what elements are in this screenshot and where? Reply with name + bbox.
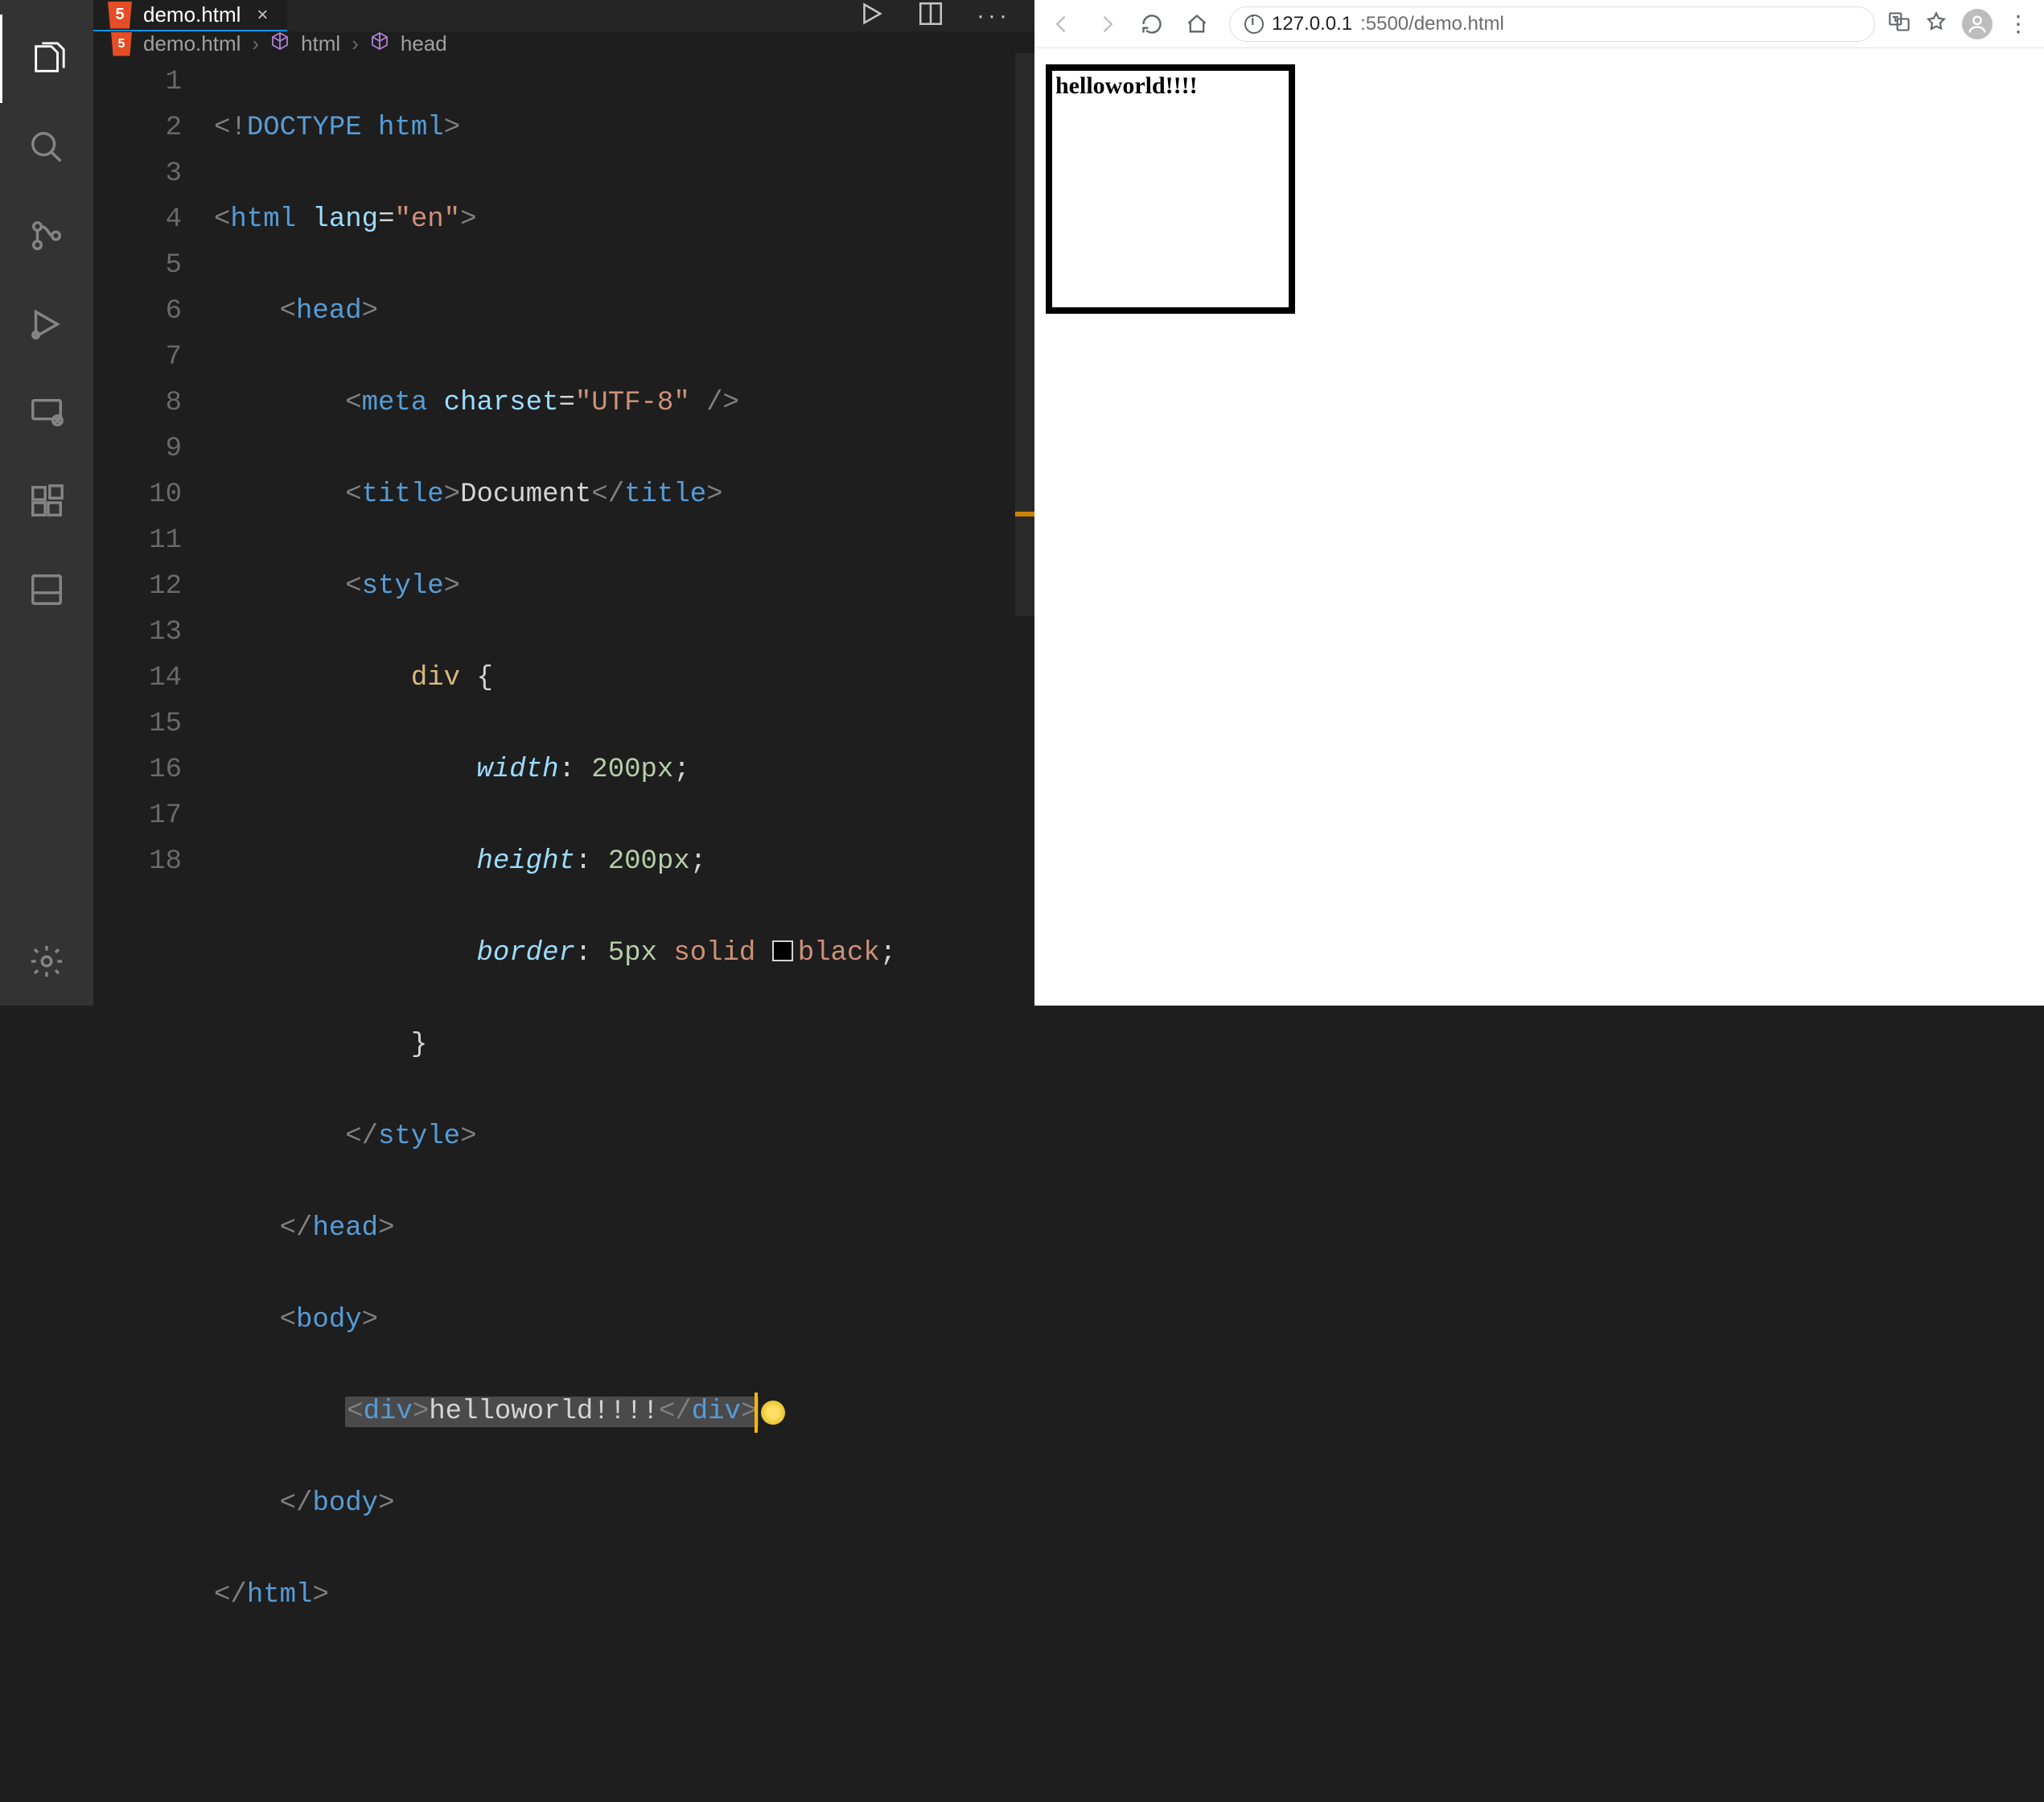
toolbar-right: ⋮ bbox=[1888, 9, 2036, 39]
breadcrumb-seg1[interactable]: html bbox=[301, 31, 340, 56]
translate-icon[interactable] bbox=[1888, 10, 1910, 37]
url-path: :5500/demo.html bbox=[1360, 13, 1504, 35]
html5-icon bbox=[108, 2, 132, 29]
element-icon bbox=[270, 31, 290, 56]
breadcrumb[interactable]: demo.html › html › head bbox=[93, 31, 1034, 56]
reload-button[interactable] bbox=[1133, 5, 1171, 43]
code-content[interactable]: <!DOCTYPE html> <html lang="en"> <head> … bbox=[214, 56, 1034, 1802]
source-control-icon[interactable] bbox=[0, 191, 93, 280]
bookmark-star-icon[interactable] bbox=[1925, 10, 1947, 37]
run-icon[interactable] bbox=[857, 0, 885, 31]
code-editor[interactable]: 1 2 3 4 5 6 7 8 9 10 11 12 13 14 15 16 1… bbox=[93, 56, 1034, 1802]
panel-icon[interactable] bbox=[0, 545, 93, 634]
close-icon[interactable]: × bbox=[252, 4, 268, 27]
activity-bar bbox=[0, 0, 93, 1006]
minimap-change-marker bbox=[1015, 512, 1034, 516]
site-info-icon[interactable] bbox=[1244, 14, 1264, 34]
breadcrumb-seg2[interactable]: head bbox=[401, 31, 447, 56]
rendered-text: helloworld!!!! bbox=[1055, 72, 1198, 99]
run-debug-icon[interactable] bbox=[0, 280, 93, 368]
tab-filename: demo.html bbox=[143, 2, 241, 27]
back-button[interactable] bbox=[1043, 5, 1081, 43]
color-swatch-icon bbox=[772, 940, 793, 961]
tab-actions: ··· bbox=[857, 0, 1034, 31]
text-cursor bbox=[755, 1393, 758, 1433]
browser-menu-icon[interactable]: ⋮ bbox=[2007, 10, 2030, 37]
chevron-right-icon: › bbox=[352, 31, 359, 56]
tab-bar: demo.html × ··· bbox=[93, 0, 1034, 31]
chevron-right-icon: › bbox=[252, 31, 259, 56]
split-editor-icon[interactable] bbox=[917, 0, 944, 31]
tab-demo-html[interactable]: demo.html × bbox=[93, 0, 287, 31]
browser-viewport[interactable]: helloworld!!!! bbox=[1034, 48, 2044, 1006]
profile-avatar-icon[interactable] bbox=[1962, 9, 1993, 39]
forward-button[interactable] bbox=[1088, 5, 1126, 43]
editor-area: demo.html × ··· demo.html › html › head bbox=[93, 0, 1034, 1006]
more-actions-icon[interactable]: ··· bbox=[977, 2, 1010, 30]
minimap-scrollbar[interactable] bbox=[1015, 53, 1034, 616]
search-icon[interactable] bbox=[0, 103, 93, 191]
browser-toolbar: 127.0.0.1 :5500/demo.html ⋮ bbox=[1034, 0, 2044, 48]
url-host: 127.0.0.1 bbox=[1272, 13, 1352, 35]
breadcrumb-file[interactable]: demo.html bbox=[143, 31, 241, 56]
settings-gear-icon[interactable] bbox=[0, 917, 93, 1006]
rendered-div: helloworld!!!! bbox=[1046, 64, 1295, 314]
extensions-icon[interactable] bbox=[0, 457, 93, 545]
html5-icon bbox=[111, 32, 132, 56]
browser-window: 127.0.0.1 :5500/demo.html ⋮ helloworld!!!… bbox=[1034, 0, 2044, 1006]
home-button[interactable] bbox=[1178, 5, 1216, 43]
vscode-window: demo.html × ··· demo.html › html › head bbox=[0, 0, 1034, 1006]
line-number-gutter: 1 2 3 4 5 6 7 8 9 10 11 12 13 14 15 16 1… bbox=[93, 56, 214, 1802]
explorer-icon[interactable] bbox=[0, 14, 93, 103]
click-indicator-icon bbox=[761, 1401, 785, 1425]
address-bar[interactable]: 127.0.0.1 :5500/demo.html bbox=[1229, 6, 1875, 42]
element-icon bbox=[370, 31, 389, 56]
remote-explorer-icon[interactable] bbox=[0, 368, 93, 457]
